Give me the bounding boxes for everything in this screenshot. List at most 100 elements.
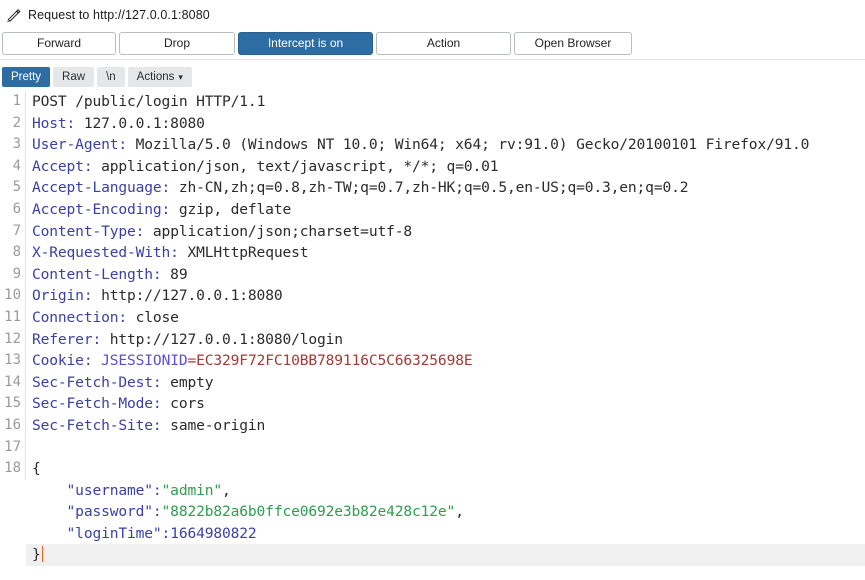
header-value: Mozilla/5.0 (Windows NT 10.0; Win64; x64… — [127, 136, 810, 154]
cookie-value: =EC329F72FC10BB789116C5C66325698E — [187, 352, 473, 370]
code-line[interactable]: 5 Accept-Language: zh-CN,zh;q=0.8,zh-TW;q… — [0, 177, 865, 199]
header-name: Host: — [32, 114, 76, 132]
code-line[interactable]: 17 — [0, 436, 865, 459]
code-line[interactable]: 13 Cookie: JSESSIONID=EC329F72FC10BB78911… — [0, 350, 865, 372]
code-line[interactable]: 15 Sec-Fetch-Mode: cors — [0, 393, 865, 415]
code-line[interactable]: 8 X-Requested-With: XMLHttpRequest — [0, 242, 865, 264]
header-name: Accept-Language: — [32, 179, 171, 197]
header-value: gzip, deflate — [170, 200, 292, 218]
code-line[interactable]: 6 Accept-Encoding: gzip, deflate — [0, 198, 865, 221]
json-body-group: "username":"admin", "password":"8822b82a… — [0, 480, 865, 545]
code-content[interactable]: Accept-Language: zh-CN,zh;q=0.8,zh-TW;q=… — [26, 177, 865, 199]
code-content[interactable]: Referer: http://127.0.0.1:8080/login — [26, 329, 865, 351]
code-line[interactable]: 9 Content-Length: 89 — [0, 263, 865, 286]
code-content[interactable]: Accept-Encoding: gzip, deflate — [26, 199, 865, 221]
header-value: http://127.0.0.1:8080 — [92, 287, 283, 305]
line-number: 12 — [0, 328, 26, 351]
chevron-down-icon: ▾ — [178, 72, 183, 82]
header-name: Origin: — [32, 287, 93, 305]
request-version: HTTP/1.1 — [196, 93, 266, 110]
json-key: "username": — [32, 481, 162, 499]
code-content[interactable]: "password":"8822b82a6b0ffce0692e3b82e428… — [26, 501, 865, 523]
json-value: 1664980822 — [170, 524, 257, 542]
line-number: 2 — [0, 112, 26, 135]
code-line[interactable]: 10 Origin: http://127.0.0.1:8080 — [0, 285, 865, 307]
tab-raw[interactable]: Raw — [53, 67, 95, 87]
code-content[interactable]: Content-Type: application/json;charset=u… — [26, 221, 865, 243]
code-line[interactable]: 16 Sec-Fetch-Site: same-origin — [0, 414, 865, 437]
message-view-toolbar: Pretty Raw \n Actions ▾ — [0, 60, 865, 91]
code-content[interactable]: Sec-Fetch-Mode: cors — [26, 393, 865, 415]
header-value: cors — [161, 395, 205, 413]
header-lines-group: 2 Host: 127.0.0.1:8080 3 User-Agent: Mozill… — [0, 112, 865, 437]
code-line[interactable]: "loginTime":1664980822 — [0, 523, 865, 545]
header-name: Cookie: — [32, 352, 93, 370]
code-content[interactable]: } — [26, 544, 865, 567]
code-content[interactable]: User-Agent: Mozilla/5.0 (Windows NT 10.0… — [26, 134, 865, 156]
open-browser-button[interactable]: Open Browser — [514, 32, 632, 55]
code-line[interactable]: 1 POST /public/login HTTP/1.1 — [0, 91, 865, 113]
header-name: Accept-Encoding: — [32, 200, 171, 218]
code-content[interactable]: "loginTime":1664980822 — [26, 523, 865, 545]
code-line[interactable]: 2 Host: 127.0.0.1:8080 — [0, 112, 865, 135]
code-content[interactable]: POST /public/login HTTP/1.1 — [26, 91, 865, 113]
line-number: 1 — [0, 91, 26, 113]
page-title: Request to http://127.0.0.1:8080 — [28, 8, 210, 22]
code-line-current[interactable]: } — [0, 544, 865, 567]
action-button[interactable]: Action — [376, 32, 511, 55]
header-value: XMLHttpRequest — [178, 244, 309, 262]
code-content[interactable]: X-Requested-With: XMLHttpRequest — [26, 242, 865, 264]
line-number: 9 — [0, 263, 26, 286]
tab-newline[interactable]: \n — [97, 67, 125, 87]
code-content[interactable]: Connection: close — [26, 307, 865, 329]
actions-menu-button[interactable]: Actions ▾ — [127, 67, 192, 87]
header-name: Content-Type: — [32, 222, 145, 240]
line-number: 10 — [0, 285, 26, 307]
json-open-brace: { — [32, 460, 41, 478]
code-content[interactable]: Origin: http://127.0.0.1:8080 — [26, 285, 865, 307]
code-content[interactable]: Host: 127.0.0.1:8080 — [26, 113, 865, 135]
line-number: 17 — [0, 436, 26, 459]
code-content[interactable]: { — [26, 458, 865, 480]
drop-button[interactable]: Drop — [119, 32, 235, 55]
header-value: application/json, text/javascript, */*; … — [92, 157, 499, 175]
line-number: 3 — [0, 134, 26, 156]
code-line[interactable]: 18 { — [0, 458, 865, 480]
header-name: Accept: — [32, 157, 93, 175]
forward-button[interactable]: Forward — [2, 32, 116, 55]
request-editor[interactable]: 1 POST /public/login HTTP/1.1 2 Host: 127… — [0, 91, 865, 573]
header-name: Sec-Fetch-Dest: — [32, 373, 162, 391]
code-content[interactable] — [26, 437, 865, 459]
code-line[interactable]: "password":"8822b82a6b0ffce0692e3b82e428… — [0, 501, 865, 523]
code-content[interactable]: Sec-Fetch-Site: same-origin — [26, 415, 865, 437]
intercept-toggle-button[interactable]: Intercept is on — [238, 32, 373, 55]
code-line[interactable]: 14 Sec-Fetch-Dest: empty — [0, 371, 865, 394]
code-content[interactable]: Cookie: JSESSIONID=EC329F72FC10BB789116C… — [26, 350, 865, 372]
intercept-action-toolbar: Forward Drop Intercept is on Action Open… — [0, 30, 865, 57]
code-line[interactable]: "username":"admin", — [0, 480, 865, 502]
header-name: X-Requested-With: — [32, 244, 179, 262]
line-number: 18 — [0, 458, 26, 480]
header-name: User-Agent: — [32, 136, 127, 154]
code-line[interactable]: 3 User-Agent: Mozilla/5.0 (Windows NT 10.… — [0, 134, 865, 156]
code-content[interactable]: Sec-Fetch-Dest: empty — [26, 372, 865, 394]
code-content[interactable]: Content-Length: 89 — [26, 264, 865, 286]
code-content[interactable]: "username":"admin", — [26, 480, 865, 502]
code-line[interactable]: 11 Connection: close — [0, 306, 865, 329]
header-name: Connection: — [32, 308, 127, 326]
line-number: 8 — [0, 242, 26, 264]
json-comma: , — [222, 481, 231, 499]
line-number: 4 — [0, 155, 26, 178]
tab-pretty[interactable]: Pretty — [2, 67, 51, 87]
header-value: 89 — [161, 265, 188, 283]
code-content[interactable]: Accept: application/json, text/javascrip… — [26, 156, 865, 178]
code-line[interactable]: 7 Content-Type: application/json;charset=… — [0, 220, 865, 243]
text-caret — [41, 546, 44, 563]
header-value: zh-CN,zh;q=0.8,zh-TW;q=0.7,zh-HK;q=0.5,e… — [170, 179, 689, 197]
json-close-brace: } — [32, 546, 41, 564]
code-line[interactable]: 12 Referer: http://127.0.0.1:8080/login — [0, 328, 865, 351]
header-value: application/json;charset=utf-8 — [144, 222, 413, 240]
code-line[interactable]: 4 Accept: application/json, text/javascri… — [0, 155, 865, 178]
